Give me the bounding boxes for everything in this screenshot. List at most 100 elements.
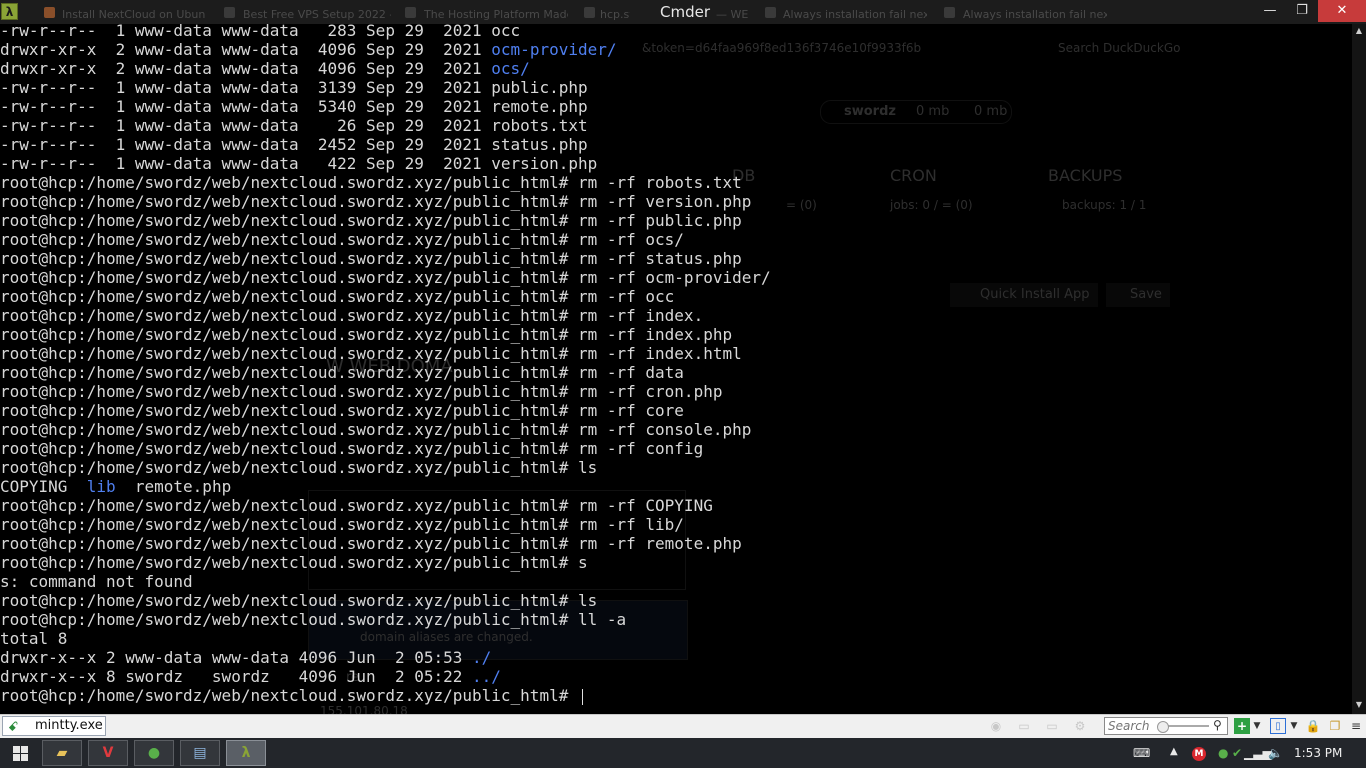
background-tab-title[interactable]: Always installation fail nex <box>783 8 927 21</box>
directory-name: ocm-provider/ <box>491 40 617 59</box>
terminal-line: root@hcp:/home/swordz/web/nextcloud.swor… <box>0 553 771 572</box>
minimize-button[interactable]: — <box>1254 0 1286 22</box>
terminal-text: drwxr-xr-x 2 www-data www-data 4096 Sep … <box>0 59 492 78</box>
tab-icon <box>944 7 955 18</box>
ghost-mem1: 0 mb <box>916 104 950 119</box>
terminal-text: root@hcp:/home/swordz/web/nextcloud.swor… <box>0 401 684 420</box>
console-area[interactable]: &token=d64faa969f8ed136f3746e10f9933f6b … <box>0 24 1352 714</box>
windows-logo-pane <box>21 746 28 753</box>
taskbar-vivaldi[interactable]: V <box>88 740 128 766</box>
new-console-button[interactable]: + <box>1234 718 1250 734</box>
title-bar: λ Install NextCloud on Ubun Best Free VP… <box>0 0 1366 24</box>
cmder-app-icon[interactable]: λ <box>1 3 18 20</box>
ghost-cron-heading: CRON <box>890 166 937 185</box>
search-slider-knob[interactable] <box>1157 721 1169 733</box>
background-tab-title[interactable]: Best Free VPS Setup 2022 - <box>243 8 391 21</box>
ghost-save-button: Save <box>1106 283 1170 307</box>
terminal-line: drwxr-x--x 8 swordz swordz 4096 Jun 2 05… <box>0 667 771 686</box>
search-slider[interactable] <box>1167 725 1209 727</box>
terminal-text: drwxr-xr-x 2 www-data www-data 4096 Sep … <box>0 40 492 59</box>
terminal-line: root@hcp:/home/swordz/web/nextcloud.swor… <box>0 230 771 249</box>
terminal-line: root@hcp:/home/swordz/web/nextcloud.swor… <box>0 268 771 287</box>
console-tab[interactable]: ꗃ mintty.exe <box>2 716 106 736</box>
console-scrollbar[interactable]: ▲ ▼ <box>1352 24 1366 714</box>
terminal-line: root@hcp:/home/swordz/web/nextcloud.swor… <box>0 591 771 610</box>
layout-dropdown-icon[interactable]: ▼ <box>1289 718 1299 734</box>
terminal-output[interactable]: -rw-r--r-- 1 www-data www-data 283 Sep 2… <box>0 24 771 705</box>
shield-icon[interactable]: ✔ <box>1232 746 1242 760</box>
copy-icon[interactable]: ❐ <box>1327 718 1343 734</box>
terminal-text: root@hcp:/home/swordz/web/nextcloud.swor… <box>0 420 752 439</box>
background-tab-title[interactable]: Always installation fail nex <box>963 8 1107 21</box>
terminal-line: root@hcp:/home/swordz/web/nextcloud.swor… <box>0 515 771 534</box>
terminal-text: -rw-r--r-- 1 www-data www-data 422 Sep 2… <box>0 154 598 173</box>
mintty-icon: ꗃ <box>8 720 19 735</box>
ghost-window-icon: ▭ <box>1018 719 1030 733</box>
terminal-line: root@hcp:/home/swordz/web/nextcloud.swor… <box>0 686 771 705</box>
terminal-text: root@hcp:/home/swordz/web/nextcloud.swor… <box>0 439 704 458</box>
ghost-camera-icon: ◉ <box>990 719 1002 733</box>
terminal-line: -rw-r--r-- 1 www-data www-data 26 Sep 29… <box>0 116 771 135</box>
terminal-line: total 8 <box>0 629 771 648</box>
close-button[interactable]: ✕ <box>1318 0 1366 22</box>
search-icon[interactable]: ⚲ <box>1213 718 1222 732</box>
layout-button[interactable]: ▯ <box>1270 718 1286 734</box>
terminal-text: root@hcp:/home/swordz/web/nextcloud.swor… <box>0 325 733 344</box>
terminal-line: root@hcp:/home/swordz/web/nextcloud.swor… <box>0 610 771 629</box>
ghost-db-value: = (0) <box>786 198 817 212</box>
keyboard-icon[interactable]: ⌨ <box>1133 746 1150 760</box>
terminal-line: -rw-r--r-- 1 www-data www-data 5340 Sep … <box>0 97 771 116</box>
notepad-icon: ▤ <box>193 745 207 761</box>
terminal-line: root@hcp:/home/swordz/web/nextcloud.swor… <box>0 325 771 344</box>
windows-logo-pane <box>13 754 20 761</box>
taskbar-green-app[interactable]: ● <box>134 740 174 766</box>
terminal-text: root@hcp:/home/swordz/web/nextcloud.swor… <box>0 610 627 629</box>
terminal-text: root@hcp:/home/swordz/web/nextcloud.swor… <box>0 192 752 211</box>
ghost-ip: 155.101.80.18 <box>320 704 408 714</box>
lock-icon[interactable]: 🔒 <box>1305 718 1321 734</box>
terminal-text: root@hcp:/home/swordz/web/nextcloud.swor… <box>0 344 742 363</box>
terminal-text: -rw-r--r-- 1 www-data www-data 2452 Sep … <box>0 135 588 154</box>
start-button[interactable] <box>0 738 40 768</box>
terminal-text: -rw-r--r-- 1 www-data www-data 3139 Sep … <box>0 78 588 97</box>
background-tab-title[interactable]: Install NextCloud on Ubun <box>62 8 208 21</box>
background-tab-title[interactable]: hcp.swordz <box>600 8 630 21</box>
background-tab-title[interactable]: The Hosting Platform Made <box>424 8 568 21</box>
scroll-down-icon[interactable]: ▼ <box>1352 700 1366 709</box>
taskbar-cmder[interactable]: λ <box>226 740 266 766</box>
tray-overflow-icon[interactable]: ▲ <box>1170 746 1178 757</box>
clock[interactable]: 1:53 PM <box>1294 746 1342 760</box>
terminal-text: root@hcp:/home/swordz/web/nextcloud.swor… <box>0 515 684 534</box>
terminal-text: -rw-r--r-- 1 www-data www-data 283 Sep 2… <box>0 24 521 40</box>
terminal-text: root@hcp:/home/swordz/web/nextcloud.swor… <box>0 287 675 306</box>
terminal-line: root@hcp:/home/swordz/web/nextcloud.swor… <box>0 192 771 211</box>
cmder-status-bar: ꗃ mintty.exe ◉ ▭ ▭ ⚙ ⚲ + ▼ ▯ ▼ 🔒 ❐ ≡ <box>0 714 1366 738</box>
background-tab-title[interactable]: — WE <box>716 8 750 21</box>
terminal-line: -rw-r--r-- 1 www-data www-data 283 Sep 2… <box>0 24 771 40</box>
directory-name: lib <box>86 477 116 496</box>
taskbar-notepad[interactable]: ▤ <box>180 740 220 766</box>
menu-icon[interactable]: ≡ <box>1348 718 1364 734</box>
terminal-line: -rw-r--r-- 1 www-data www-data 3139 Sep … <box>0 78 771 97</box>
windows-logo-pane <box>21 754 28 761</box>
volume-icon[interactable]: 🔈 <box>1268 746 1283 760</box>
folder-icon: ▰ <box>56 745 68 761</box>
terminal-line: s: command not found <box>0 572 771 591</box>
terminal-line: drwxr-xr-x 2 www-data www-data 4096 Sep … <box>0 40 771 59</box>
terminal-text: root@hcp:/home/swordz/web/nextcloud.swor… <box>0 458 598 477</box>
terminal-text: root@hcp:/home/swordz/web/nextcloud.swor… <box>0 496 713 515</box>
terminal-text: -rw-r--r-- 1 www-data www-data 26 Sep 29… <box>0 116 588 135</box>
taskbar-file-explorer[interactable]: ▰ <box>42 740 82 766</box>
terminal-text: root@hcp:/home/swordz/web/nextcloud.swor… <box>0 553 588 572</box>
ghost-cron-value: jobs: 0 / = (0) <box>890 198 973 212</box>
terminal-text: root@hcp:/home/swordz/web/nextcloud.swor… <box>0 306 704 325</box>
new-console-dropdown-icon[interactable]: ▼ <box>1252 718 1262 734</box>
scroll-up-icon[interactable]: ▲ <box>1352 26 1366 35</box>
maximize-button[interactable]: ❐ <box>1286 0 1318 22</box>
terminal-line: COPYING lib remote.php <box>0 477 771 496</box>
terminal-text: root@hcp:/home/swordz/web/nextcloud.swor… <box>0 268 771 287</box>
mega-icon[interactable]: M <box>1192 747 1206 761</box>
terminal-line: root@hcp:/home/swordz/web/nextcloud.swor… <box>0 363 771 382</box>
search-box[interactable]: ⚲ <box>1104 717 1228 735</box>
app-tray-icon[interactable]: ● <box>1218 746 1228 760</box>
